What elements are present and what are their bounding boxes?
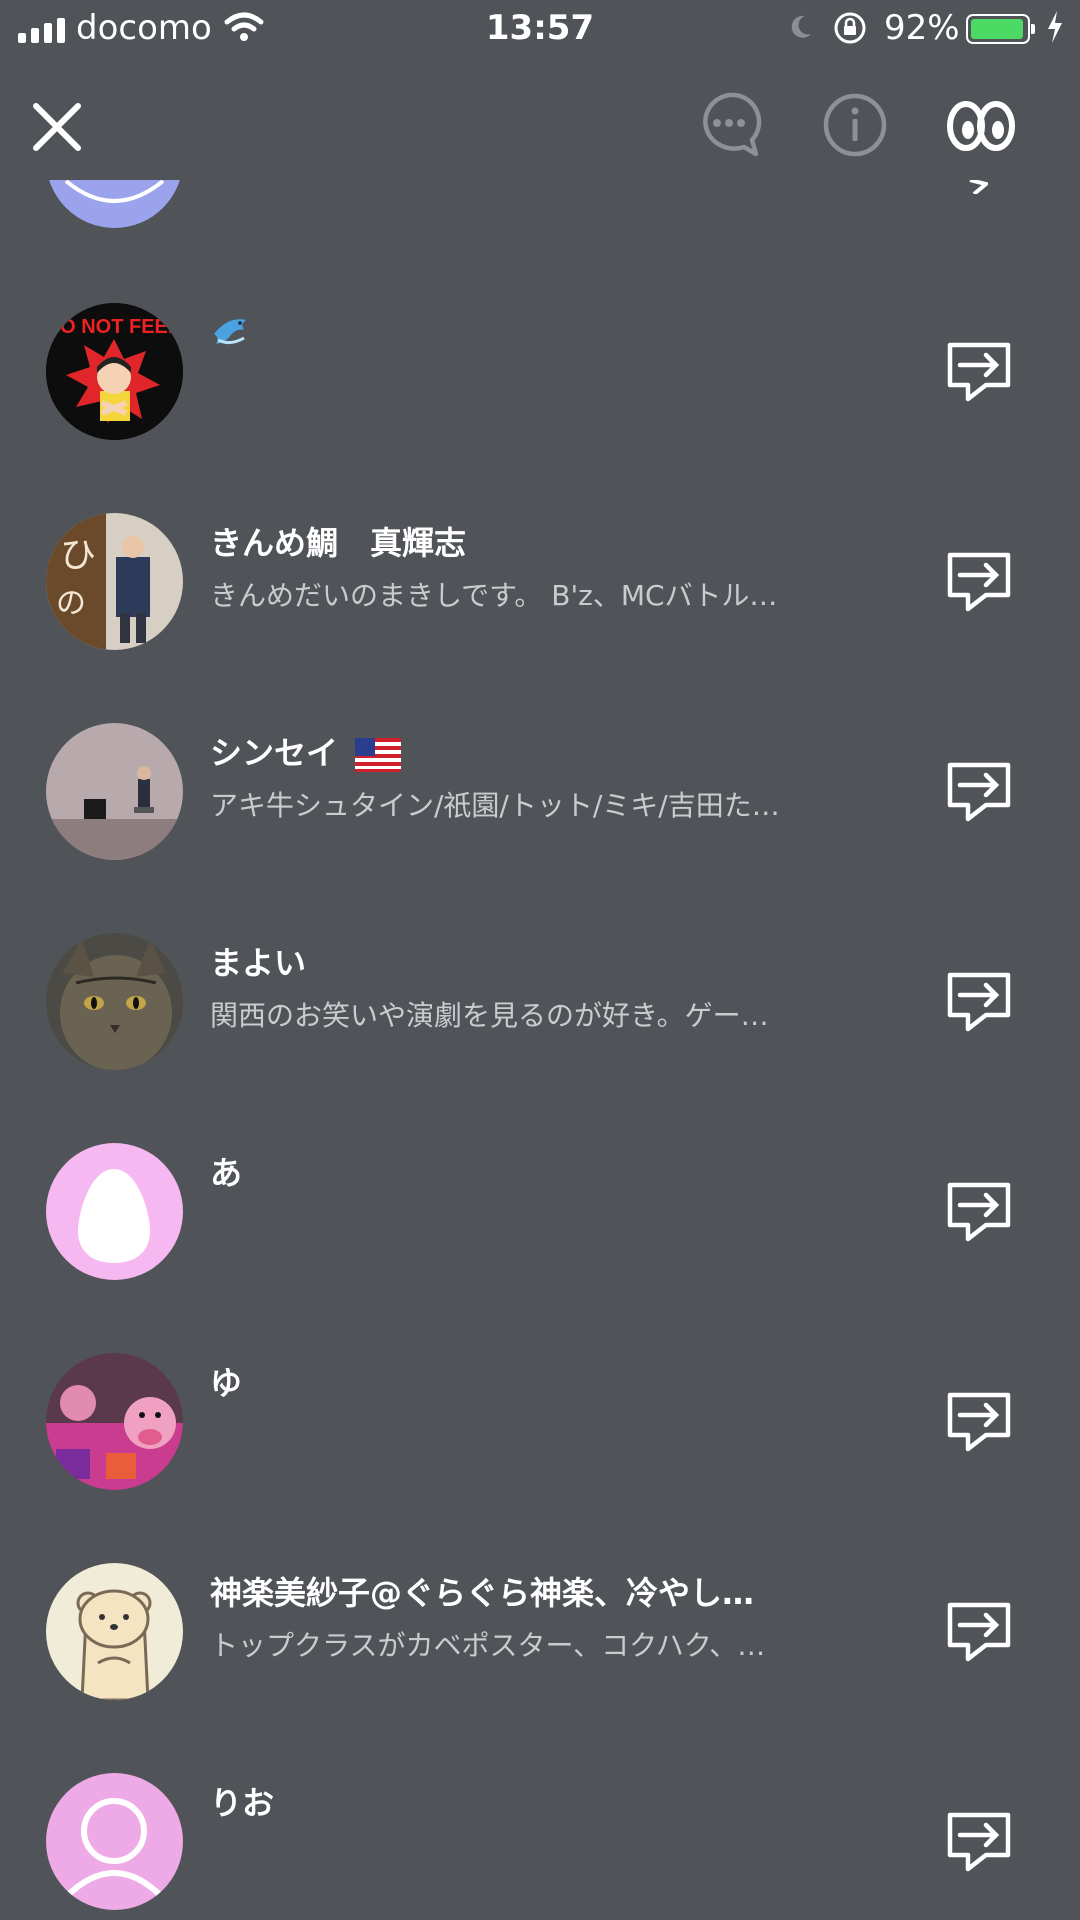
send-message-icon[interactable] <box>946 1601 1012 1663</box>
send-message-icon[interactable] <box>946 1181 1012 1243</box>
rotation-lock-icon <box>834 12 866 44</box>
friend-name: ゆ <box>210 1364 243 1402</box>
friend-name: きんめ鯛 真輝志 <box>210 524 467 562</box>
friend-name <box>210 308 254 352</box>
friend-name: シンセイ <box>210 728 402 774</box>
friend-name: 神楽美紗子@ぐらぐら神楽、冷やし… <box>210 1574 755 1612</box>
avatar <box>46 1353 183 1490</box>
friend-name: りお <box>210 1784 275 1822</box>
avatar <box>46 933 183 1070</box>
friend-status-message: アキ牛シュタイン/祇園/トット/ミキ/吉田た… <box>210 789 780 822</box>
avatar <box>46 723 183 860</box>
friend-name-text: シンセイ <box>210 734 339 772</box>
svg-text:の: の <box>56 586 86 621</box>
list-item[interactable]: まよい 関西のお笑いや演劇を見るのが好き。ゲー… <box>0 933 1080 1148</box>
list-item[interactable]: シンセイ アキ牛シュタイン/祇園/トット/ミキ/吉田た… <box>0 723 1080 938</box>
friend-status-message: きんめだいのまきしです。 B'z、MCバトル… <box>210 579 778 612</box>
list-item[interactable]: 神楽美紗子@ぐらぐら神楽、冷やし… トップクラスがカベポスター、コクハク、… <box>0 1563 1080 1778</box>
default-egg-avatar <box>46 1143 183 1280</box>
list-item[interactable]: りお <box>0 1773 1080 1920</box>
battery-percentage: 92% <box>884 8 960 48</box>
friend-status-message: 関西のお笑いや演劇を見るのが好き。ゲー… <box>210 999 769 1032</box>
default-person-avatar <box>46 1773 183 1910</box>
list-item[interactable]: ひ の きんめ鯛 真輝志 きんめだいのまきしです。 B'z、MCバトル… <box>0 513 1080 728</box>
chat-bubble-icon[interactable] <box>694 90 764 160</box>
info-icon[interactable] <box>820 90 890 160</box>
avatar: ひ の <box>46 513 183 650</box>
send-message-icon[interactable] <box>946 1391 1012 1453</box>
list-item[interactable]: あ <box>0 1143 1080 1358</box>
do-not-feed-text: DO NOT FEED <box>46 316 182 338</box>
friend-name: あ <box>210 1154 243 1192</box>
us-flag-icon <box>355 738 402 772</box>
top-navigation-bar <box>0 60 1080 180</box>
send-message-icon[interactable] <box>946 551 1012 613</box>
message-icon[interactable] <box>968 180 988 194</box>
do-not-disturb-icon <box>791 15 811 38</box>
close-icon[interactable] <box>24 94 90 160</box>
partial-avatar <box>46 180 183 228</box>
friend-status-message: トップクラスがカベポスター、コクハク、… <box>210 1629 766 1662</box>
charging-icon <box>1048 11 1062 43</box>
send-message-icon[interactable] <box>946 1811 1012 1873</box>
send-message-icon[interactable] <box>946 761 1012 823</box>
battery-icon <box>966 14 1035 44</box>
avatar: DO NOT FEED <box>46 303 183 440</box>
svg-text:ひ: ひ <box>60 535 96 576</box>
list-item[interactable]: ゆ <box>0 1353 1080 1568</box>
eyes-icon[interactable] <box>946 90 1016 160</box>
status-bar: docomo 13:57 92% <box>0 0 1080 60</box>
dolphin-icon <box>214 319 246 345</box>
list-item[interactable]: DO NOT FEED <box>0 303 1080 518</box>
send-message-icon[interactable] <box>946 971 1012 1033</box>
avatar <box>46 1563 183 1700</box>
friend-list[interactable]: DO NOT FEED ひ の きんめ鯛 真輝志 きんめだいのまきしです。 B'… <box>0 180 1080 1920</box>
friend-name: まよい <box>210 944 307 982</box>
send-message-icon[interactable] <box>946 341 1012 403</box>
